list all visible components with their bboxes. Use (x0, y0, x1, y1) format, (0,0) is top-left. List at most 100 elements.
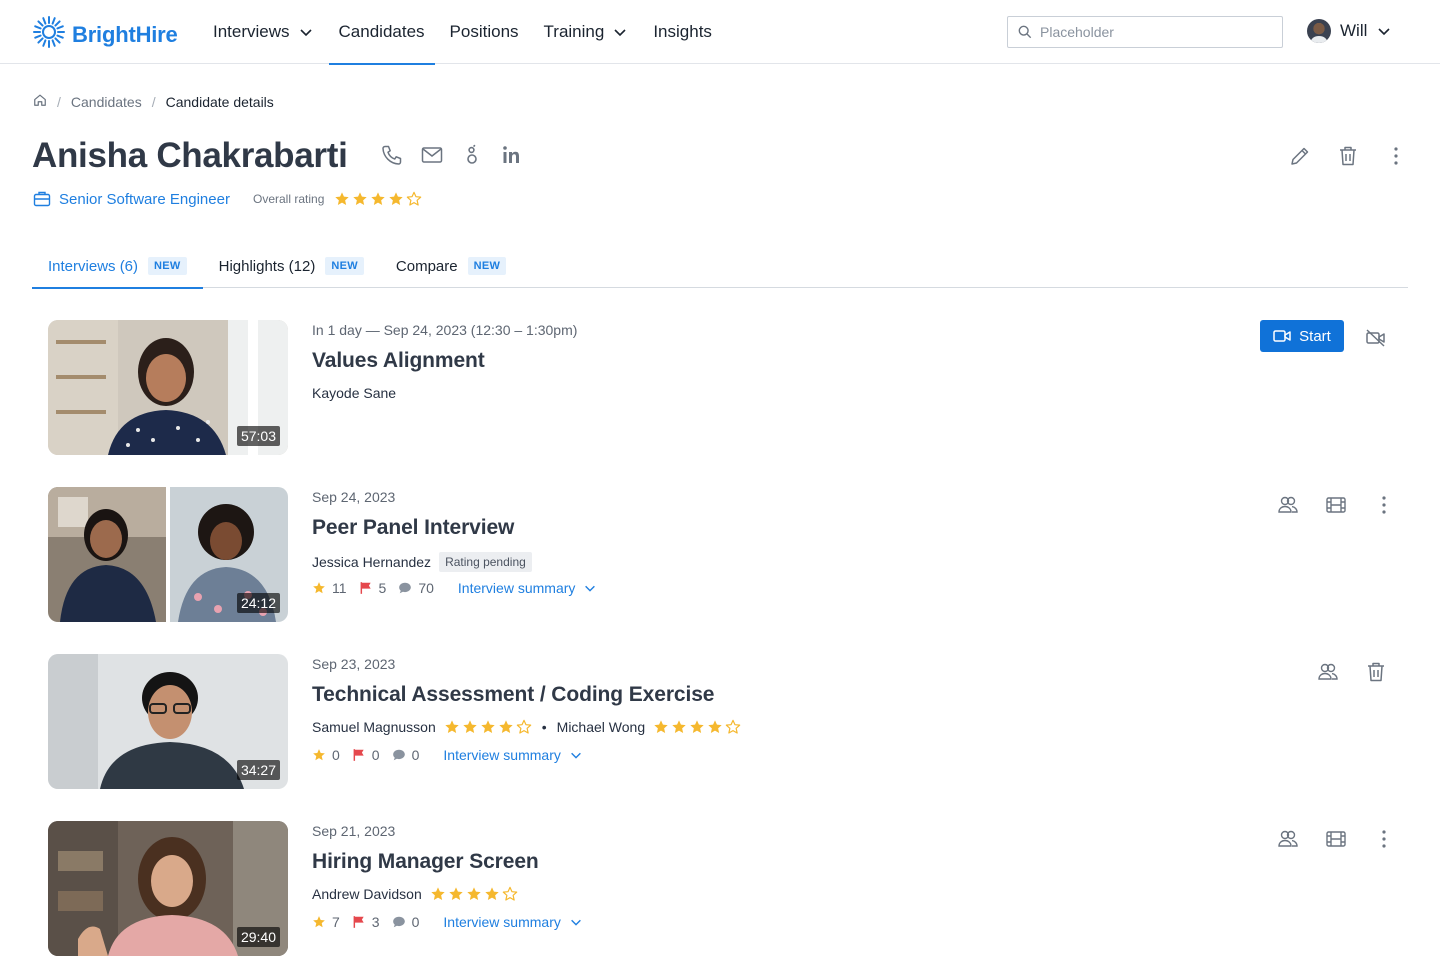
flag-count-value: 5 (378, 580, 387, 596)
comment-icon (392, 916, 405, 928)
comment-count-value: 0 (411, 747, 420, 763)
star-filled-icon (467, 887, 481, 900)
video-camera-icon (1273, 330, 1291, 342)
comment-icon (392, 749, 405, 761)
tab-interviews[interactable]: Interviews (6) NEW (32, 244, 203, 289)
start-interview-button[interactable]: Start (1260, 320, 1344, 352)
summary-label: Interview summary (443, 747, 561, 763)
film-icon[interactable] (1324, 827, 1348, 851)
participants-icon[interactable] (1316, 660, 1340, 684)
flag-count: 3 (352, 914, 380, 930)
edit-icon[interactable] (1288, 144, 1312, 168)
breadcrumb-separator: / (151, 93, 156, 110)
breadcrumb-current: Candidate details (165, 93, 274, 110)
star-filled-icon (371, 192, 386, 205)
interview-actions (1316, 660, 1388, 684)
star-filled-icon (690, 720, 704, 733)
new-badge: NEW (467, 257, 507, 275)
user-menu[interactable]: Will (1307, 19, 1392, 43)
tab-highlights[interactable]: Highlights (12) NEW (203, 244, 380, 288)
chevron-down-icon (299, 29, 312, 37)
star-count: 0 (312, 747, 340, 763)
star-count-value: 7 (332, 914, 340, 930)
interviewer-name: Kayode Sane (312, 385, 397, 401)
interview-title[interactable]: Peer Panel Interview (312, 516, 514, 540)
breadcrumb: / Candidates / Candidate details (33, 93, 274, 110)
star-filled-icon (335, 192, 350, 205)
greenhouse-icon[interactable] (460, 143, 484, 167)
flag-icon (353, 916, 364, 928)
email-icon[interactable] (420, 143, 444, 167)
participants-icon[interactable] (1276, 493, 1300, 517)
home-icon[interactable] (33, 93, 47, 110)
search-input[interactable] (1040, 24, 1260, 40)
tab-compare[interactable]: Compare NEW (380, 244, 522, 288)
overall-rating: Overall rating (253, 191, 422, 207)
video-duration: 24:12 (236, 593, 280, 613)
video-thumbnail[interactable]: 57:03 (48, 320, 288, 455)
star-filled-icon (708, 720, 722, 733)
interview-actions (1276, 493, 1396, 517)
nav-item-training[interactable]: Training (534, 0, 639, 64)
interview-summary-toggle[interactable]: Interview summary (443, 914, 582, 930)
star-icon (313, 916, 325, 928)
interview-stats: 7 3 0 Interview summary (312, 914, 583, 930)
star-rating (334, 191, 422, 207)
search-box[interactable] (1007, 16, 1283, 48)
video-thumbnail[interactable]: 34:27 (48, 654, 288, 789)
star-filled-icon (672, 720, 686, 733)
nav-item-label: Candidates (338, 22, 425, 41)
contact-icons (380, 143, 524, 167)
film-icon[interactable] (1324, 493, 1348, 517)
interview-title[interactable]: Hiring Manager Screen (312, 850, 539, 874)
interview-summary-toggle[interactable]: Interview summary (458, 580, 597, 596)
video-thumbnail[interactable]: 29:40 (48, 821, 288, 956)
more-vertical-icon[interactable] (1372, 827, 1396, 851)
more-vertical-icon[interactable] (1384, 144, 1408, 168)
summary-label: Interview summary (457, 580, 576, 596)
interview-title[interactable]: Technical Assessment / Coding Exercise (312, 683, 714, 707)
nav-item-interviews[interactable]: Interviews (203, 0, 324, 64)
interviewers: Andrew Davidson (312, 886, 518, 902)
star-outline-icon (502, 886, 518, 901)
chevron-down-icon (614, 29, 626, 37)
nav-item-positions[interactable]: Positions (440, 0, 529, 64)
star-count: 7 (312, 914, 340, 930)
trash-icon[interactable] (1364, 660, 1388, 684)
nav-item-insights[interactable]: Insights (643, 0, 722, 64)
star-filled-icon (445, 720, 459, 733)
interview-actions (1276, 827, 1396, 851)
comment-count: 0 (392, 747, 420, 763)
star-filled-icon (431, 887, 445, 900)
video-off-icon[interactable] (1364, 326, 1388, 350)
position-link[interactable]: Senior Software Engineer (33, 190, 230, 208)
star-filled-icon (463, 720, 477, 733)
video-thumbnail[interactable]: 24:12 (48, 487, 288, 622)
top-navigation: BrightHire Interviews Candidates Positio… (0, 0, 1440, 65)
star-outline-icon (725, 719, 741, 734)
video-duration: 57:03 (236, 426, 280, 446)
star-count: 11 (312, 580, 347, 596)
star-icon (313, 749, 325, 761)
interview-title[interactable]: Values Alignment (312, 349, 485, 373)
interview-stats: 11 5 70 Interview summary (312, 580, 597, 596)
interview-stats: 0 0 0 Interview summary (312, 747, 583, 763)
nav-item-candidates[interactable]: Candidates (328, 0, 435, 65)
nav-item-label: Interviews (213, 22, 290, 41)
interview-card: 57:03 In 1 day — Sep 24, 2023 (12:30 – 1… (48, 320, 1392, 455)
new-badge: NEW (148, 257, 187, 275)
brand-logo[interactable]: BrightHire (32, 15, 178, 54)
interviewer-star-rating (653, 719, 741, 735)
linkedin-icon[interactable] (500, 143, 524, 167)
trash-icon[interactable] (1336, 144, 1360, 168)
star-filled-icon (499, 720, 513, 733)
main-nav: Interviews Candidates Positions Training… (203, 0, 727, 65)
breadcrumb-candidates-link[interactable]: Candidates (71, 94, 142, 110)
star-icon (313, 582, 325, 594)
participants-icon[interactable] (1276, 827, 1300, 851)
interview-summary-toggle[interactable]: Interview summary (443, 747, 582, 763)
more-vertical-icon[interactable] (1372, 493, 1396, 517)
separator-dot: • (541, 719, 547, 735)
interviewer-star-rating (430, 886, 518, 902)
phone-icon[interactable] (380, 143, 404, 167)
